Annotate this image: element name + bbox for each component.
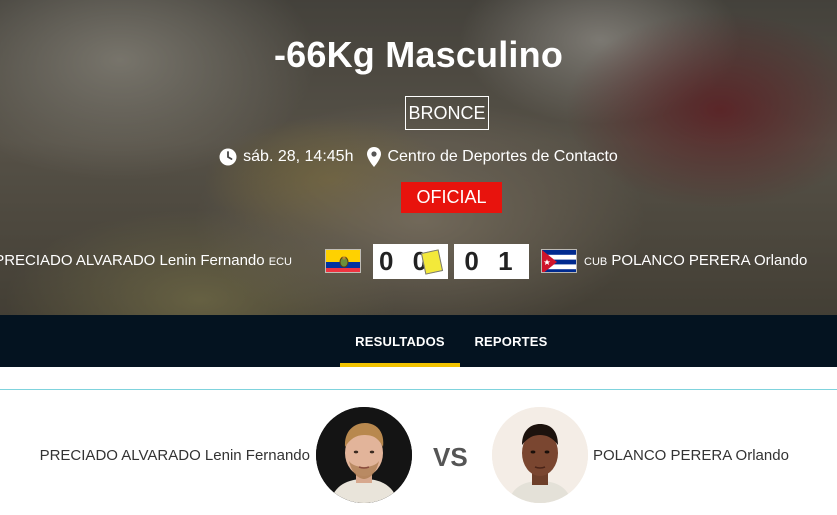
athlete-right[interactable]: CUB POLANCO PERERA Orlando (584, 252, 807, 269)
ecuador-flag-icon (325, 249, 361, 273)
event-venue-text: Centro de Deportes de Contacto (387, 148, 618, 165)
section-divider (0, 389, 837, 390)
cuba-flag-icon (541, 249, 577, 273)
yellow-card-icon (420, 249, 444, 275)
athlete-right-name: POLANCO PERERA Orlando (611, 252, 808, 269)
avatar-left[interactable] (316, 407, 412, 503)
athlete-left-country: ECU (268, 256, 292, 268)
avatar-right[interactable] (492, 407, 588, 503)
tab-bar: RESULTADOS REPORTES (0, 315, 837, 367)
clock-icon (219, 148, 237, 166)
round-badge: BRONCE (405, 96, 489, 130)
event-datetime-text: sáb. 28, 14:45h (243, 148, 354, 165)
tab-results[interactable]: RESULTADOS (340, 315, 460, 367)
score-right-value: 0 1 (464, 246, 519, 276)
score-right: 0 1 (454, 244, 529, 279)
event-title: -66Kg Masculino (273, 34, 564, 75)
event-datetime: sáb. 28, 14:45h (219, 148, 353, 166)
fighter-right-name[interactable]: POLANCO PERERA Orlando (593, 447, 789, 464)
athlete-right-country: CUB (584, 256, 608, 268)
fighter-left-name[interactable]: PRECIADO ALVARADO Lenin Fernando (40, 447, 310, 464)
scoreboard: PRECIADO ALVARADO Lenin Fernando ECU 0 0… (0, 244, 837, 280)
location-pin-icon (367, 147, 382, 167)
hero-banner: -66Kg Masculino BRONCE sáb. 28, 14:45h C… (0, 0, 837, 315)
status-badge: OFICIAL (401, 182, 502, 213)
event-meta: sáb. 28, 14:45h Centro de Deportes de Co… (0, 146, 837, 168)
score-left: 0 0 (373, 244, 448, 279)
active-tab-indicator (340, 363, 460, 367)
event-venue: Centro de Deportes de Contacto (367, 147, 618, 167)
vs-label: VS (433, 442, 468, 472)
tab-reports[interactable]: REPORTES (461, 315, 561, 367)
athlete-left-name: PRECIADO ALVARADO Lenin Fernando (0, 252, 265, 269)
athlete-left[interactable]: PRECIADO ALVARADO Lenin Fernando ECU (0, 252, 292, 269)
